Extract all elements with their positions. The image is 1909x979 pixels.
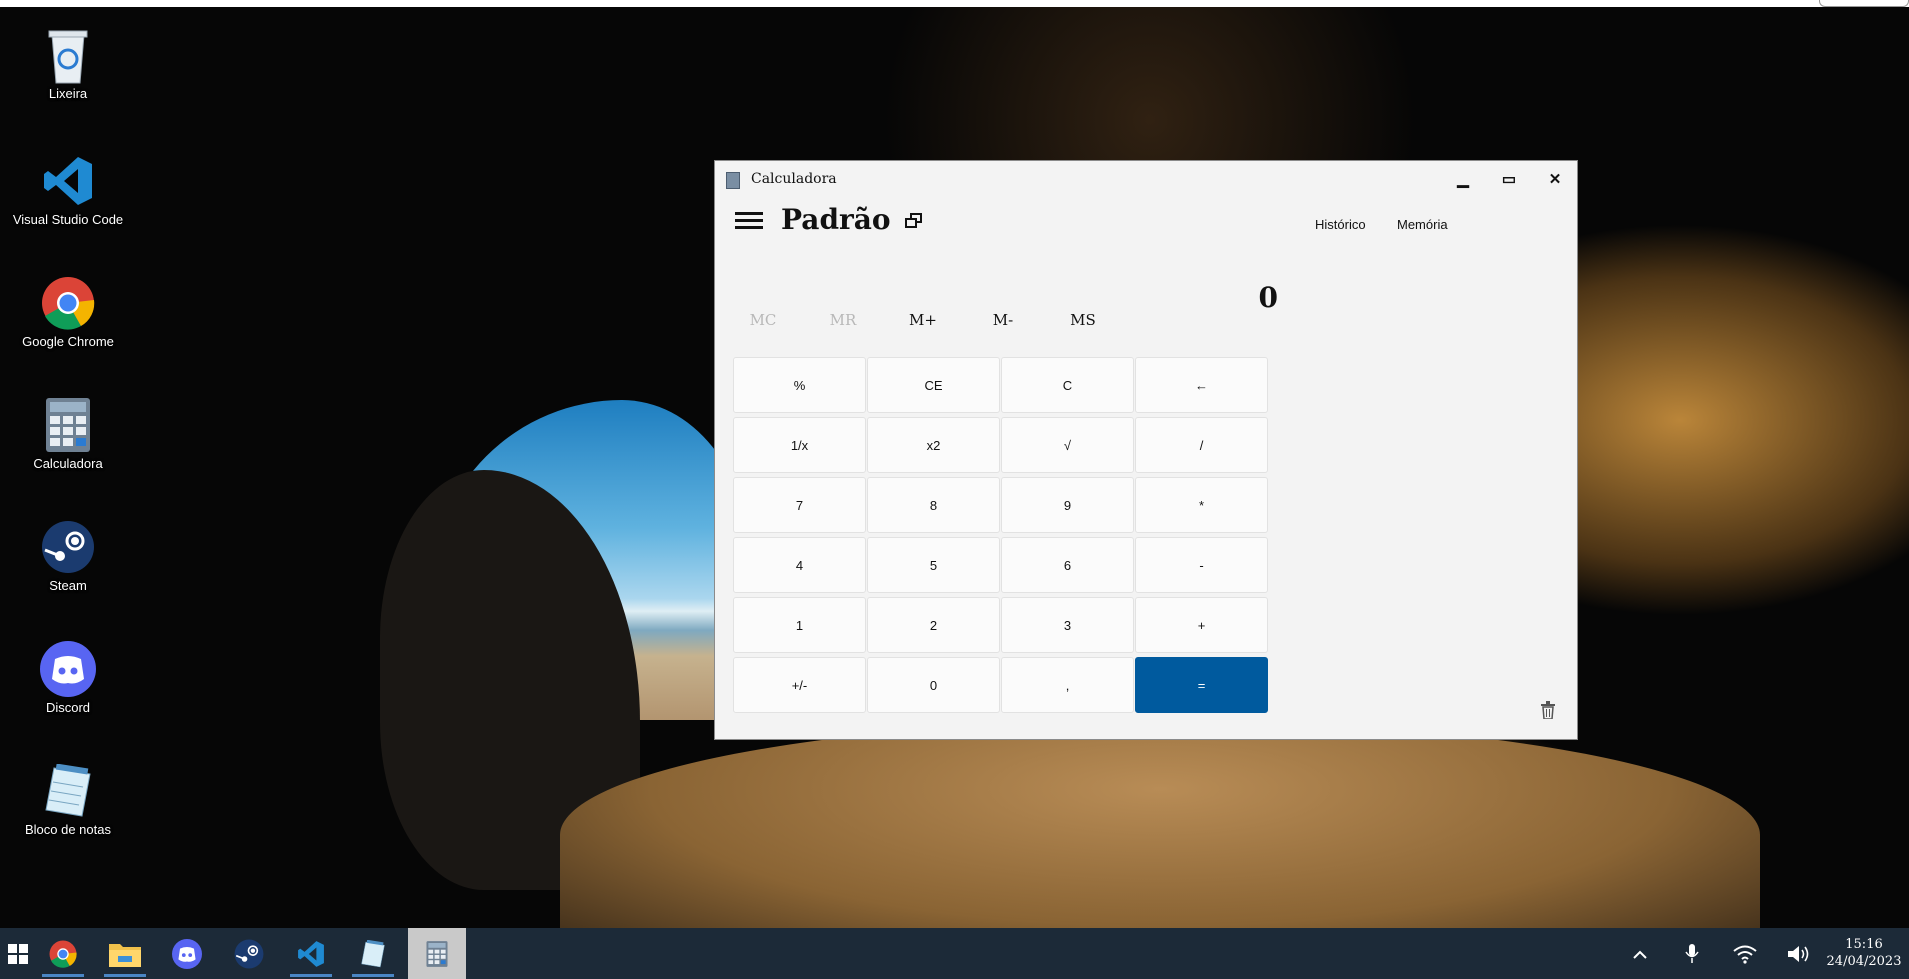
ms-button[interactable]: MS	[1049, 311, 1117, 329]
close-icon: ✕	[1548, 171, 1562, 188]
show-hidden-icons-icon[interactable]	[1628, 928, 1652, 979]
file-explorer-icon	[109, 943, 141, 967]
start-button[interactable]	[0, 928, 36, 979]
digit-6-key[interactable]: 6	[1001, 537, 1134, 593]
notepad-icon	[361, 939, 385, 967]
memory-button-row: MC MR M+ M- MS	[729, 311, 1269, 337]
window-titlebar[interactable]: Calculadora ▁ ▭ ✕	[715, 161, 1577, 197]
backspace-key[interactable]: ←	[1135, 357, 1268, 413]
top-window-strip	[0, 0, 1909, 7]
calculator-window: Calculadora ▁ ▭ ✕ Padrão Histórico Memór…	[714, 160, 1578, 740]
clock-time: 15:16	[1845, 937, 1883, 952]
window-title: Calculadora	[751, 171, 837, 187]
calculator-icon	[426, 940, 448, 967]
desktop-icon-lixeira[interactable]: Lixeira	[0, 26, 136, 101]
minimize-button[interactable]: ▁	[1440, 161, 1486, 197]
negate-key[interactable]: +/-	[733, 657, 866, 713]
desktop-icon-label: Visual Studio Code	[12, 212, 124, 227]
top-strip-edge	[1819, 0, 1909, 7]
m-plus-button[interactable]: M+	[889, 311, 957, 329]
memory-tab[interactable]: Memória	[1397, 217, 1448, 232]
taskbar-vscode[interactable]	[282, 928, 340, 979]
chrome-icon	[39, 274, 97, 332]
calculator-app-icon	[726, 172, 740, 189]
mode-title: Padrão	[781, 203, 891, 236]
digit-2-key[interactable]: 2	[867, 597, 1000, 653]
desktop-icon-steam[interactable]: Steam	[0, 518, 136, 593]
microphone-icon[interactable]	[1680, 928, 1704, 979]
digit-3-key[interactable]: 3	[1001, 597, 1134, 653]
keep-on-top-icon[interactable]	[905, 213, 923, 229]
desktop-icon-bloco-de-notas[interactable]: Bloco de notas	[0, 762, 136, 837]
desktop-icon-chrome[interactable]: Google Chrome	[0, 274, 136, 349]
desktop-icon-label: Lixeira	[48, 86, 88, 101]
taskbar-clock[interactable]: 15:16 24/04/2023	[1822, 936, 1906, 970]
m-minus-button[interactable]: M-	[969, 311, 1037, 329]
desktop-icon-label: Google Chrome	[22, 334, 114, 349]
vscode-icon	[298, 940, 324, 967]
calculator-icon	[39, 396, 97, 454]
history-tab[interactable]: Histórico	[1315, 217, 1366, 232]
desktop-icon-calculadora[interactable]: Calculadora	[0, 396, 136, 471]
digit-1-key[interactable]: 1	[733, 597, 866, 653]
discord-icon	[172, 938, 202, 969]
maximize-button[interactable]: ▭	[1486, 161, 1532, 197]
percent-key[interactable]: %	[733, 357, 866, 413]
notepad-icon	[39, 762, 97, 820]
calculator-header: Padrão Histórico Memória	[715, 197, 1577, 249]
digit-8-key[interactable]: 8	[867, 477, 1000, 533]
taskbar-discord[interactable]	[158, 928, 216, 979]
calculator-display: 0	[1258, 281, 1278, 314]
desktop-icon-discord[interactable]: Discord	[0, 640, 136, 715]
desktop-icon-label: Calculadora	[33, 456, 103, 471]
add-key[interactable]: +	[1135, 597, 1268, 653]
taskbar-notepad[interactable]	[344, 928, 402, 979]
taskbar-steam[interactable]	[220, 928, 278, 979]
maximize-icon: ▭	[1501, 171, 1517, 188]
square-root-key[interactable]: √	[1001, 417, 1134, 473]
recycle-bin-icon	[39, 26, 97, 84]
taskbar-calculator[interactable]	[408, 928, 466, 979]
discord-icon	[39, 640, 97, 698]
chrome-icon	[49, 940, 77, 968]
desktop-icon-label: Discord	[45, 700, 91, 715]
mc-button[interactable]: MC	[729, 311, 797, 329]
close-button[interactable]: ✕	[1532, 161, 1578, 197]
multiply-key[interactable]: *	[1135, 477, 1268, 533]
digit-0-key[interactable]: 0	[867, 657, 1000, 713]
wifi-icon[interactable]	[1730, 928, 1760, 979]
decimal-key[interactable]: ,	[1001, 657, 1134, 713]
clock-date: 24/04/2023	[1826, 954, 1902, 969]
digit-4-key[interactable]: 4	[733, 537, 866, 593]
taskbar-file-explorer[interactable]	[96, 928, 154, 979]
digit-9-key[interactable]: 9	[1001, 477, 1134, 533]
divide-key[interactable]: /	[1135, 417, 1268, 473]
wallpaper-sand	[560, 720, 1760, 950]
hamburger-menu-icon[interactable]	[735, 209, 763, 231]
steam-icon	[39, 518, 97, 576]
reciprocal-key[interactable]: 1/x	[733, 417, 866, 473]
digit-7-key[interactable]: 7	[733, 477, 866, 533]
equals-key[interactable]: =	[1135, 657, 1268, 713]
digit-5-key[interactable]: 5	[867, 537, 1000, 593]
desktop-icon-label: Bloco de notas	[24, 822, 111, 837]
mr-button[interactable]: MR	[809, 311, 877, 329]
start-icon	[8, 943, 28, 964]
taskbar-chrome[interactable]	[34, 928, 92, 979]
square-key[interactable]: x2	[867, 417, 1000, 473]
clear-key[interactable]: C	[1001, 357, 1134, 413]
desktop-icon-label: Steam	[49, 578, 87, 593]
subtract-key[interactable]: -	[1135, 537, 1268, 593]
vscode-icon	[39, 152, 97, 210]
trash-icon[interactable]	[1541, 701, 1555, 720]
desktop-icon-vscode[interactable]: Visual Studio Code	[0, 152, 136, 227]
volume-icon[interactable]	[1784, 928, 1814, 979]
steam-icon	[234, 939, 264, 968]
minimize-icon: ▁	[1457, 171, 1469, 188]
calculator-keypad: % CE C ← 1/x x2 √ / 7 8 9 * 4 5 6 - 1 2 …	[733, 357, 1268, 713]
taskbar: 15:16 24/04/2023	[0, 928, 1909, 979]
clear-entry-key[interactable]: CE	[867, 357, 1000, 413]
